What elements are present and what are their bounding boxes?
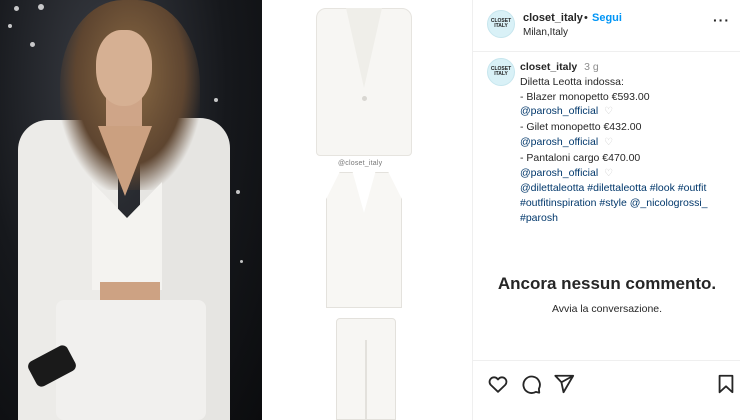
brand-mention[interactable]: @parosh_official bbox=[520, 167, 598, 179]
caption-item: - Blazer monopetto €593.00 bbox=[520, 90, 650, 103]
brand-mention[interactable]: @parosh_official bbox=[520, 105, 598, 117]
comment-icon[interactable] bbox=[520, 373, 542, 395]
brand-mention[interactable]: @parosh_official bbox=[520, 136, 598, 148]
heart-icon[interactable]: ♡ bbox=[604, 168, 613, 179]
more-icon[interactable]: ··· bbox=[713, 12, 730, 28]
start-conversation-text: Avvia la conversazione. bbox=[551, 303, 663, 315]
caption-username[interactable]: closet_italy bbox=[520, 61, 577, 73]
no-comments-title: Ancora nessun commento. bbox=[497, 274, 717, 293]
bookmark-icon[interactable] bbox=[715, 373, 737, 395]
share-icon[interactable] bbox=[553, 373, 575, 395]
watermark: @closet_italy bbox=[338, 160, 383, 167]
header-username[interactable]: closet_italy bbox=[523, 12, 583, 24]
post-time: 3 g bbox=[584, 61, 599, 73]
post-header: CLOSET ITALY closet_italy • Segui Milan,… bbox=[473, 0, 740, 52]
post-side-panel: CLOSET ITALY closet_italy • Segui Milan,… bbox=[472, 0, 740, 420]
action-bar bbox=[473, 360, 740, 420]
hashtags-line[interactable]: #outfitinspiration #style @_nicologrossi… bbox=[520, 196, 736, 211]
separator-dot: • bbox=[584, 12, 588, 24]
heart-icon[interactable] bbox=[487, 373, 509, 395]
post-photo bbox=[0, 0, 262, 420]
follow-button[interactable]: Segui bbox=[592, 12, 622, 24]
caption: closet_italy 3 g Diletta Leotta indossa:… bbox=[520, 60, 736, 226]
caption-item: - Gilet monopetto €432.00 bbox=[520, 121, 642, 134]
caption-intro: Diletta Leotta indossa: bbox=[520, 75, 624, 88]
caption-avatar[interactable]: CLOSET ITALY bbox=[487, 58, 515, 86]
caption-item: - Pantaloni cargo €470.00 bbox=[520, 151, 641, 164]
heart-icon[interactable]: ♡ bbox=[604, 106, 613, 117]
avatar[interactable]: CLOSET ITALY bbox=[487, 10, 515, 38]
hashtags-line[interactable]: #parosh bbox=[520, 211, 736, 226]
location-link[interactable]: Milan,Italy bbox=[523, 27, 568, 38]
hashtags-line[interactable]: @dilettaleotta #dilettaleotta #look #out… bbox=[520, 181, 736, 196]
vest-image bbox=[326, 172, 402, 308]
product-collage: @closet_italy bbox=[262, 0, 472, 420]
heart-icon[interactable]: ♡ bbox=[604, 137, 613, 148]
